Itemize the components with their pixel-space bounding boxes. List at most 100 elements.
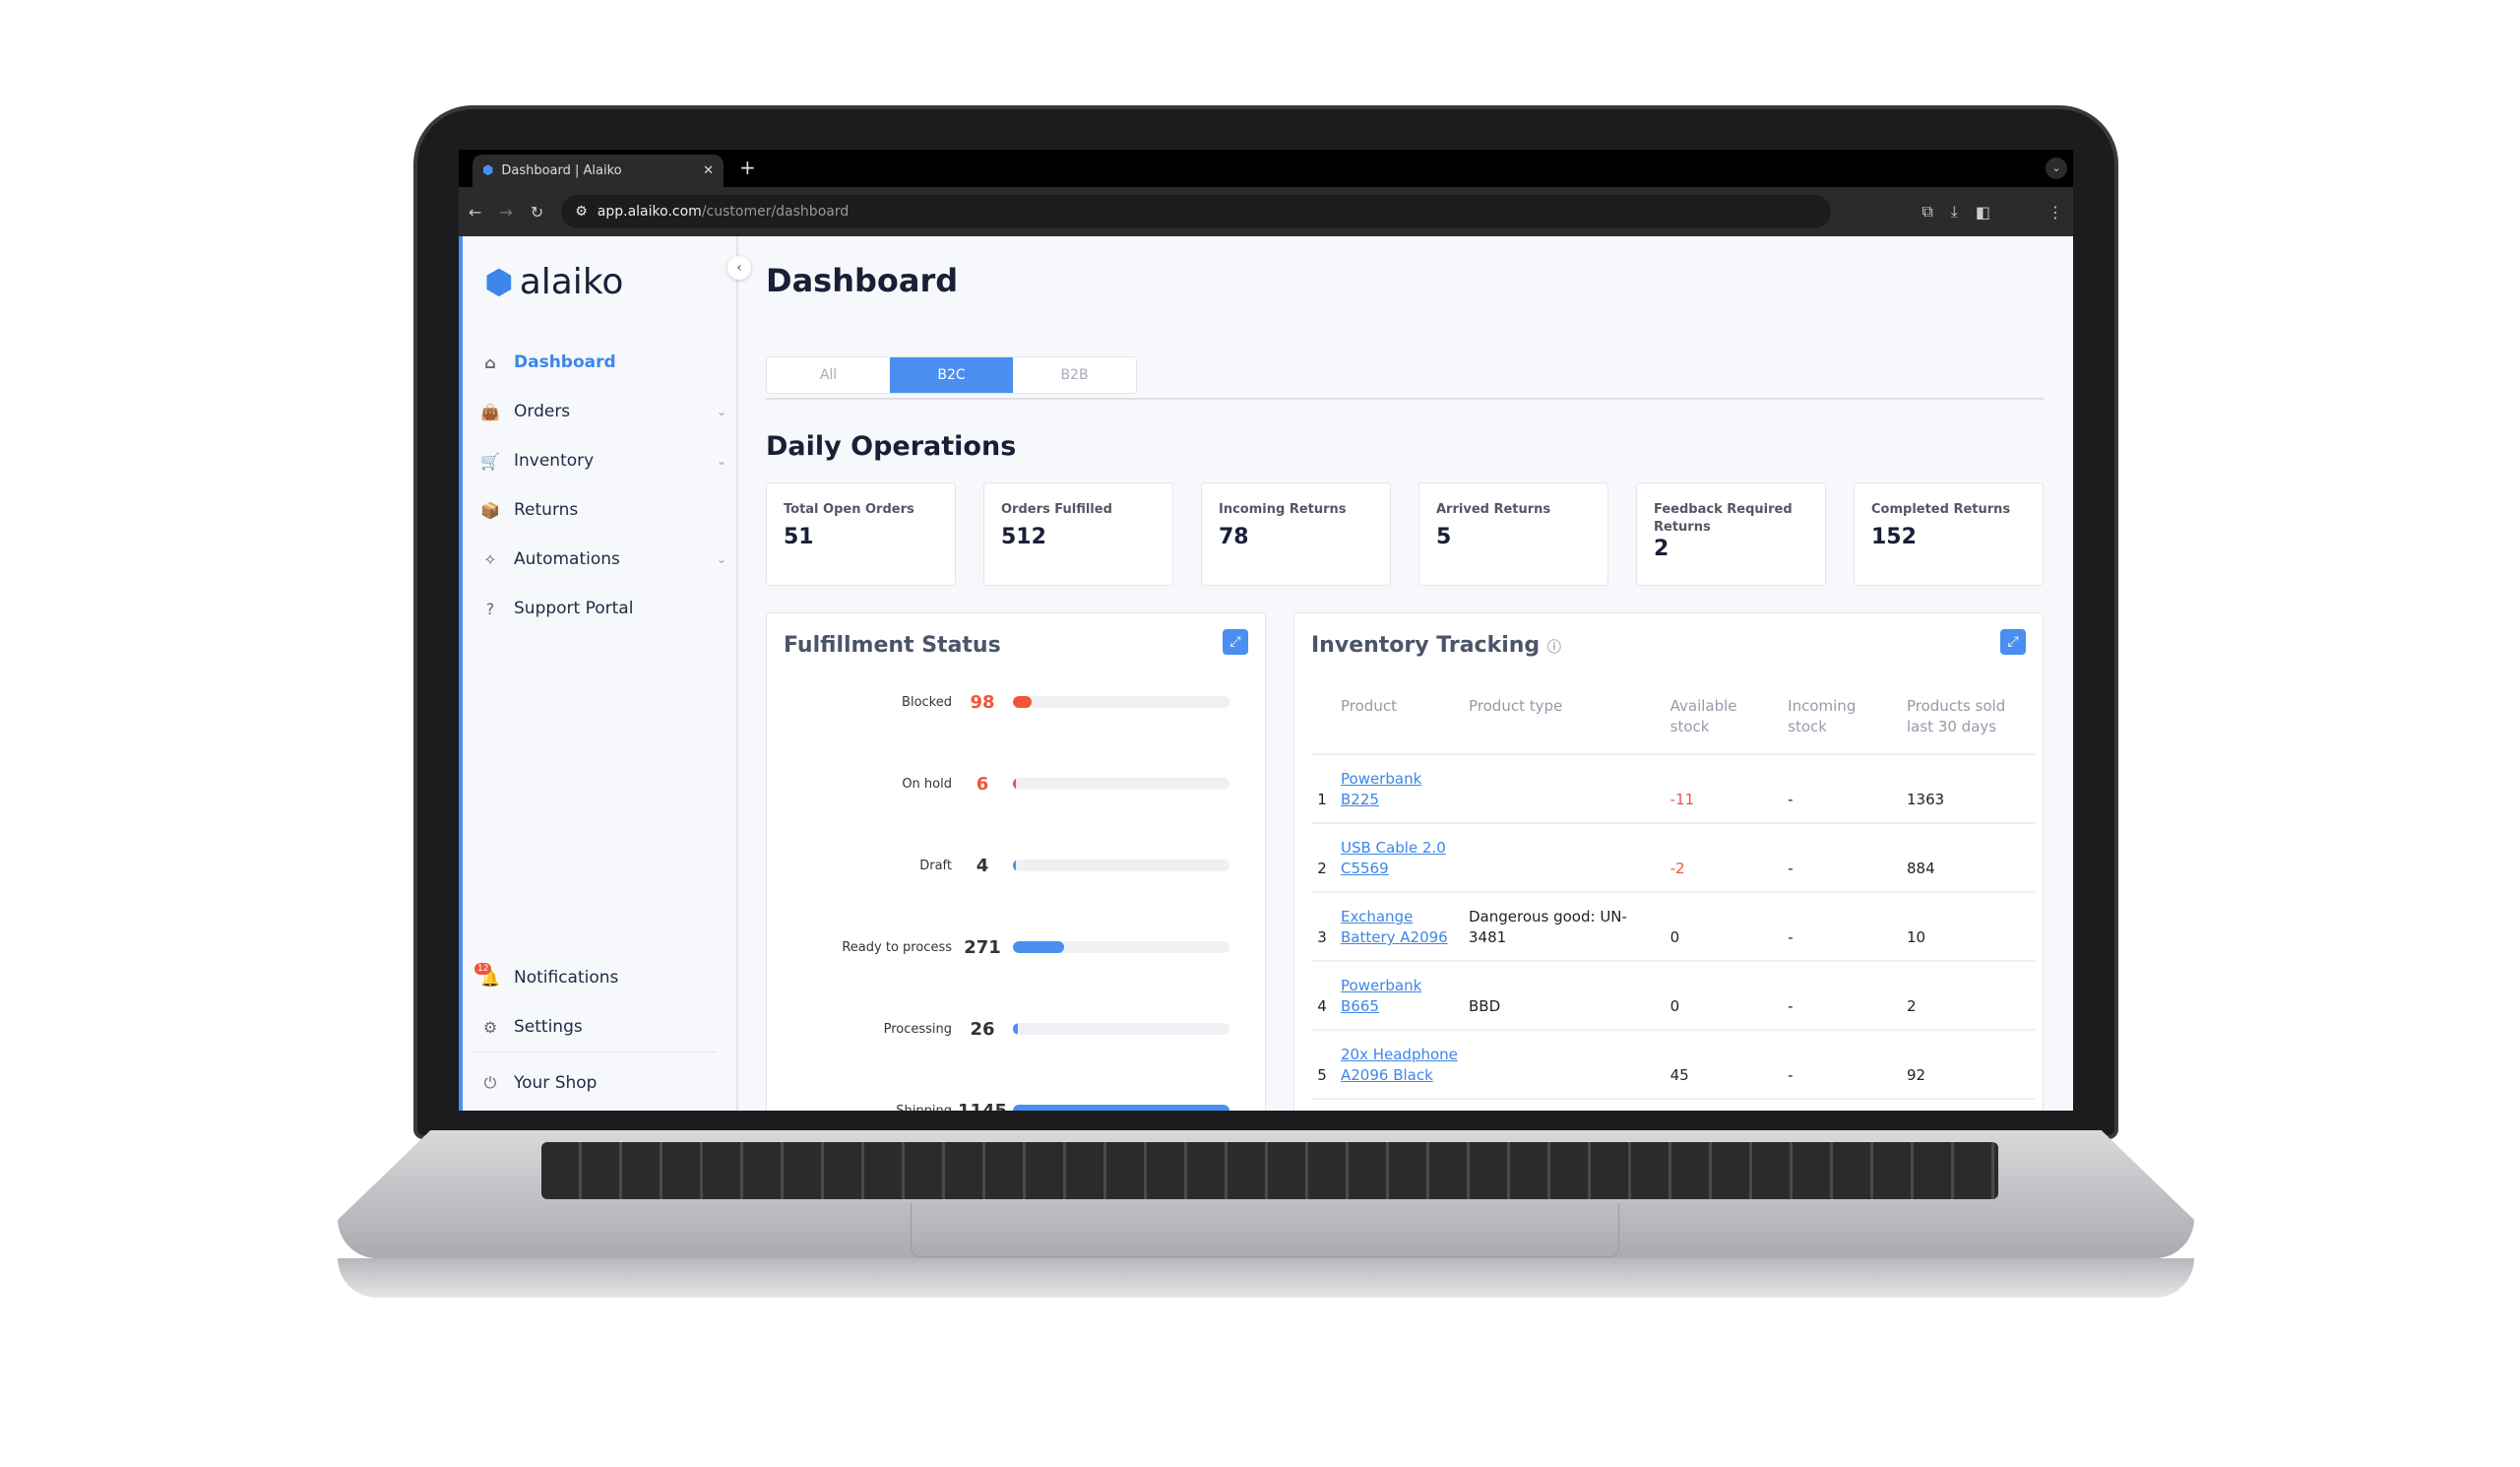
column-header: Available stock xyxy=(1670,696,1789,755)
fulfillment-status-panel: Fulfillment Status ⤢ Blocked 98 On hold 6 Dr… xyxy=(766,612,1266,1111)
back-icon[interactable]: ← xyxy=(469,203,481,222)
notification-badge: 12 xyxy=(474,962,492,975)
status-bar xyxy=(1013,860,1229,871)
sidebar: ⬢ alaiko ⌂ Dashboard 👜 Orders ⌄ 🛒 Inventory ⌄ 📦 Re… xyxy=(459,236,738,1111)
sidebar-item-your-shop[interactable]: ⏻ Your Shop xyxy=(480,1073,726,1093)
status-row[interactable]: Draft 4 xyxy=(767,854,1265,877)
stat-card[interactable]: Arrived Returns 5 xyxy=(1418,482,1608,586)
page: ⬢ alaiko ⌂ Dashboard 👜 Orders ⌄ 🛒 Inventory ⌄ 📦 Re… xyxy=(459,236,2073,1111)
sidepanel-icon[interactable]: ◧ xyxy=(1976,203,1990,222)
product-link[interactable]: 20x Headphone A2096 Black xyxy=(1341,1046,1458,1084)
sidebar-item-support-portal[interactable]: ? Support Portal xyxy=(480,599,726,618)
chevron-down-icon: ⌄ xyxy=(716,552,726,566)
status-bar-fill xyxy=(1013,860,1016,871)
inventory-table: Product Product type Available stock Incomi… xyxy=(1311,696,2035,1100)
chevron-down-icon: ⌄ xyxy=(716,454,726,468)
status-bar-fill xyxy=(1013,696,1032,708)
stat-card[interactable]: Feedback Required Returns 2 xyxy=(1636,482,1826,586)
column-header: Product xyxy=(1341,696,1469,755)
section-title: Daily Operations xyxy=(766,431,1017,462)
browser-tab[interactable]: ⬢ Dashboard | Alaiko ✕ xyxy=(472,155,724,187)
cart-icon: 🛒 xyxy=(480,451,500,471)
status-bar xyxy=(1013,941,1229,953)
main-content: Dashboard All B2C B2B Daily Operations T… xyxy=(766,236,2044,1111)
status-bar xyxy=(1013,778,1229,790)
status-row[interactable]: On hold 6 xyxy=(767,772,1265,796)
column-header: Products sold last 30 days xyxy=(1907,696,2035,755)
download-icon[interactable]: ⤓ xyxy=(1951,202,1958,222)
tab-bar: ⬢ Dashboard | Alaiko ✕ + ⌄ xyxy=(459,150,2073,187)
address-bar-row: ← → ↻ ⚙ app.alaiko.com/customer/dashboard ⧉… xyxy=(459,187,2073,236)
status-row[interactable]: Blocked 98 xyxy=(767,690,1265,714)
sparkle-icon: ✧ xyxy=(483,549,497,569)
sidebar-item-automations[interactable]: ✧ Automations ⌄ xyxy=(480,549,726,569)
status-bar-fill xyxy=(1013,1105,1229,1111)
forward-icon[interactable]: → xyxy=(499,203,512,222)
screen: ⬢ Dashboard | Alaiko ✕ + ⌄ ← → ↻ ⚙ app.alaiko… xyxy=(459,150,2073,1111)
trackpad xyxy=(911,1203,1619,1257)
page-title: Dashboard xyxy=(766,262,959,299)
sidebar-item-orders[interactable]: 👜 Orders ⌄ xyxy=(480,402,726,421)
sidebar-item-inventory[interactable]: 🛒 Inventory ⌄ xyxy=(480,451,726,471)
chevron-down-icon: ⌄ xyxy=(716,405,726,418)
bell-icon: 🔔 12 xyxy=(474,962,500,988)
info-icon[interactable]: ⓘ xyxy=(1547,640,1561,656)
stat-card[interactable]: Orders Fulfilled 512 xyxy=(983,482,1173,586)
product-link[interactable]: Powerbank B225 xyxy=(1341,770,1421,808)
sidebar-item-returns[interactable]: 📦 Returns xyxy=(480,500,726,520)
keyboard xyxy=(541,1142,1998,1199)
table-row: 2 USB Cable 2.0 C5569 -2-884 xyxy=(1311,823,2035,893)
status-bar xyxy=(1013,1023,1229,1035)
table-row: 1 Powerbank B225 -11-1363 xyxy=(1311,754,2035,824)
new-tab-button[interactable]: + xyxy=(739,156,756,179)
sidebar-item-dashboard[interactable]: ⌂ Dashboard xyxy=(480,352,726,372)
url-bar[interactable]: ⚙ app.alaiko.com/customer/dashboard xyxy=(561,195,1832,228)
panel-title: Inventory Tracking ⓘ xyxy=(1311,633,1561,658)
tab-search-button[interactable]: ⌄ xyxy=(2046,158,2067,179)
favicon-icon: ⬢ xyxy=(482,163,494,178)
table-row: 3 Exchange Battery A2096 Dangerous good: U… xyxy=(1311,892,2035,962)
status-bar-fill xyxy=(1013,1023,1018,1035)
expand-icon[interactable]: ⤢ xyxy=(2000,629,2026,655)
status-bar xyxy=(1013,696,1229,708)
status-bar-fill xyxy=(1013,941,1065,953)
logo[interactable]: ⬢ alaiko xyxy=(484,262,623,302)
divider xyxy=(766,398,2044,400)
table-row: 5 20x Headphone A2096 Black 45-92 xyxy=(1311,1030,2035,1100)
column-header: Product type xyxy=(1469,696,1670,755)
product-link[interactable]: USB Cable 2.0 C5569 xyxy=(1341,839,1446,877)
sidebar-item-settings[interactable]: ⚙ Settings xyxy=(480,1017,726,1037)
logo-icon: ⬢ xyxy=(484,262,514,302)
close-tab-icon[interactable]: ✕ xyxy=(703,163,714,178)
product-link[interactable]: Exchange Battery A2096 xyxy=(1341,908,1448,946)
stat-card[interactable]: Completed Returns 152 xyxy=(1854,482,2044,586)
gear-icon: ⚙ xyxy=(482,1017,498,1037)
help-icon: ? xyxy=(485,599,495,618)
stat-cards: Total Open Orders 51 Orders Fulfilled 512 In… xyxy=(766,482,2044,586)
status-row[interactable]: Ready to process 271 xyxy=(767,935,1265,959)
return-box-icon: 📦 xyxy=(480,500,500,520)
column-header xyxy=(1311,696,1341,755)
segment-tabs: All B2C B2B xyxy=(766,356,1137,394)
sidebar-item-notifications[interactable]: 🔔 12 Notifications xyxy=(474,962,726,988)
power-icon: ⏻ xyxy=(483,1073,497,1092)
expand-icon[interactable]: ⤢ xyxy=(1223,629,1248,655)
collapse-sidebar-button[interactable]: ‹ xyxy=(727,256,751,280)
status-row[interactable]: Processing 26 xyxy=(767,1017,1265,1041)
extensions-icon[interactable]: ⧉ xyxy=(1922,202,1932,222)
site-settings-icon[interactable]: ⚙ xyxy=(575,204,588,220)
status-bar-fill xyxy=(1013,778,1016,790)
bag-icon: 👜 xyxy=(480,402,500,421)
tab-b2c[interactable]: B2C xyxy=(890,357,1013,393)
product-link[interactable]: Powerbank B665 xyxy=(1341,977,1421,1015)
tab-b2b[interactable]: B2B xyxy=(1013,357,1136,393)
table-row: 4 Powerbank B665 BBD 0-2 xyxy=(1311,961,2035,1031)
stat-card[interactable]: Incoming Returns 78 xyxy=(1201,482,1391,586)
stat-card[interactable]: Total Open Orders 51 xyxy=(766,482,956,586)
reload-icon[interactable]: ↻ xyxy=(531,203,543,222)
tab-all[interactable]: All xyxy=(767,357,890,393)
menu-icon[interactable]: ⋮ xyxy=(2048,203,2063,222)
panel-title: Fulfillment Status xyxy=(784,633,1001,658)
laptop-front xyxy=(338,1258,2194,1298)
status-row[interactable]: Shipping 1145 xyxy=(767,1099,1265,1111)
